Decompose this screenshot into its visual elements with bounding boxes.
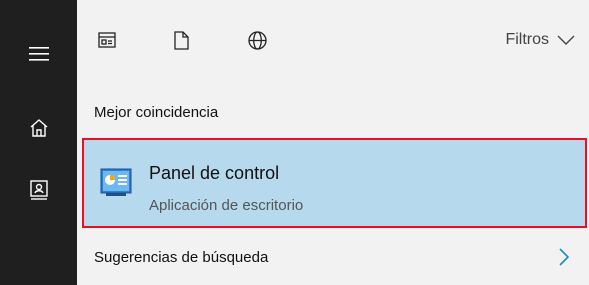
web-globe-icon: [247, 30, 267, 50]
result-title: Panel de control: [149, 163, 280, 183]
home-button[interactable]: [0, 104, 77, 152]
apps-filter-button[interactable]: [91, 20, 123, 60]
filters-dropdown[interactable]: Filtros: [505, 20, 575, 60]
search-suggestions-row[interactable]: Sugerencias de búsqueda: [77, 238, 589, 278]
search-suggestions-heading: Sugerencias de búsqueda: [94, 249, 269, 266]
notebook-icon: [29, 180, 48, 200]
web-filter-button[interactable]: [241, 20, 273, 60]
sidebar: [0, 0, 77, 285]
menu-button[interactable]: [0, 30, 77, 78]
document-icon: [173, 30, 189, 50]
documents-filter-button[interactable]: [165, 20, 197, 60]
hamburger-menu-icon: [28, 47, 49, 61]
control-panel-icon: [100, 168, 132, 196]
search-toolbar: Filtros: [77, 20, 589, 60]
apps-icon: [98, 32, 116, 48]
notebook-button[interactable]: [0, 166, 77, 214]
result-subtitle: Aplicación de escritorio: [149, 197, 304, 214]
best-match-result[interactable]: Panel de control Aplicación de escritori…: [82, 138, 587, 228]
filters-label: Filtros: [505, 31, 549, 48]
chevron-down-icon: [557, 35, 575, 45]
home-icon: [30, 119, 47, 137]
search-results-panel: Filtros Mejor coincidencia Panel de cont…: [77, 0, 589, 285]
chevron-right-icon: [559, 248, 569, 266]
best-match-heading: Mejor coincidencia: [94, 104, 219, 121]
